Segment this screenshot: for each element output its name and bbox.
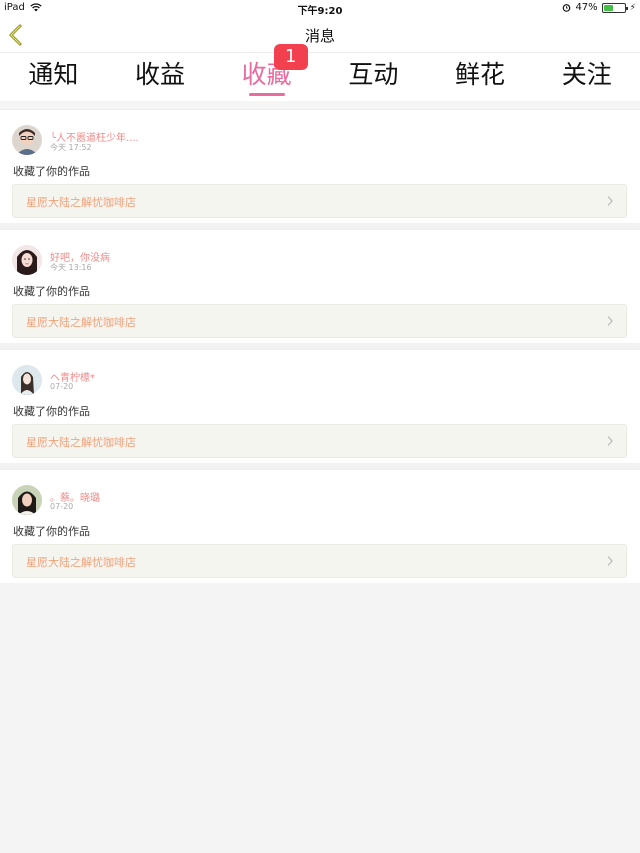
tab-label: 互动 bbox=[348, 60, 399, 89]
tab-notifications[interactable]: 通知 bbox=[0, 53, 107, 101]
page-title: 消息 bbox=[304, 27, 335, 45]
status-bar: iPad 下午9:20 47% ⚡ bbox=[0, 0, 640, 17]
work-title: 星愿大陆之解忧咖啡店 bbox=[26, 316, 136, 329]
tab-label: 通知 bbox=[28, 60, 79, 89]
battery-percent: 47% bbox=[575, 2, 598, 13]
tab-favorites[interactable]: 收藏 1 bbox=[213, 44, 320, 101]
user-avatar[interactable] bbox=[12, 365, 42, 395]
message-item: ╰人不嚣道枉少年.... 今天 17:52 收藏了你的作品 星愿大陆之解忧咖啡店 bbox=[0, 109, 640, 223]
chevron-right-icon bbox=[607, 316, 613, 326]
alarm-icon bbox=[563, 4, 571, 12]
message-item: 好吧，你没病 今天 13:16 收藏了你的作品 星愿大陆之解忧咖啡店 bbox=[0, 229, 640, 343]
tab-following[interactable]: 关注 bbox=[533, 53, 640, 101]
status-time: 下午9:20 bbox=[297, 6, 343, 17]
work-title: 星愿大陆之解忧咖啡店 bbox=[26, 436, 136, 449]
work-link[interactable]: 星愿大陆之解忧咖啡店 bbox=[12, 304, 627, 338]
charging-icon: ⚡ bbox=[629, 2, 636, 13]
divider bbox=[0, 101, 640, 109]
tab-earnings[interactable]: 收益 bbox=[107, 53, 214, 101]
active-tab-indicator bbox=[248, 93, 285, 96]
tab-flowers[interactable]: 鲜花 bbox=[427, 53, 534, 101]
message-time: 今天 13:16 bbox=[50, 263, 92, 272]
message-text: 收藏了你的作品 bbox=[13, 165, 90, 178]
user-avatar[interactable] bbox=[12, 485, 42, 515]
tab-label: 收益 bbox=[135, 60, 186, 89]
message-text: 收藏了你的作品 bbox=[13, 285, 90, 298]
user-avatar[interactable] bbox=[12, 245, 42, 275]
chevron-right-icon bbox=[607, 196, 613, 206]
message-time: 07-20 bbox=[50, 382, 74, 391]
work-title: 星愿大陆之解忧咖啡店 bbox=[26, 196, 136, 209]
tab-label: 鲜花 bbox=[455, 60, 506, 89]
tab-bar: 通知 收益 收藏 1 互动 鲜花 关注 bbox=[0, 44, 640, 101]
battery-fill bbox=[603, 4, 614, 11]
nav-bar: 消息 bbox=[0, 17, 640, 53]
message-item: 。蔡。晓璐 07-20 收藏了你的作品 星愿大陆之解忧咖啡店 bbox=[0, 469, 640, 583]
message-text: 收藏了你的作品 bbox=[13, 525, 90, 538]
battery-icon bbox=[601, 2, 628, 13]
message-item: ヘ青柠檬* 07-20 收藏了你的作品 星愿大陆之解忧咖啡店 bbox=[0, 349, 640, 463]
message-text: 收藏了你的作品 bbox=[13, 405, 90, 418]
work-title: 星愿大陆之解忧咖啡店 bbox=[26, 556, 136, 569]
work-link[interactable]: 星愿大陆之解忧咖啡店 bbox=[12, 184, 627, 218]
status-right: 47% ⚡ bbox=[562, 2, 636, 13]
chevron-right-icon bbox=[607, 436, 613, 446]
tab-label: 关注 bbox=[561, 60, 612, 89]
unread-badge: 1 bbox=[273, 44, 308, 70]
chevron-right-icon bbox=[607, 556, 613, 566]
tab-interactions[interactable]: 互动 bbox=[320, 53, 427, 101]
work-link[interactable]: 星愿大陆之解忧咖啡店 bbox=[12, 544, 627, 578]
user-avatar[interactable] bbox=[12, 125, 42, 155]
message-time: 07-20 bbox=[50, 502, 74, 511]
work-link[interactable]: 星愿大陆之解忧咖啡店 bbox=[12, 424, 627, 458]
message-time: 今天 17:52 bbox=[50, 143, 92, 152]
message-list: ╰人不嚣道枉少年.... 今天 17:52 收藏了你的作品 星愿大陆之解忧咖啡店… bbox=[0, 101, 640, 583]
